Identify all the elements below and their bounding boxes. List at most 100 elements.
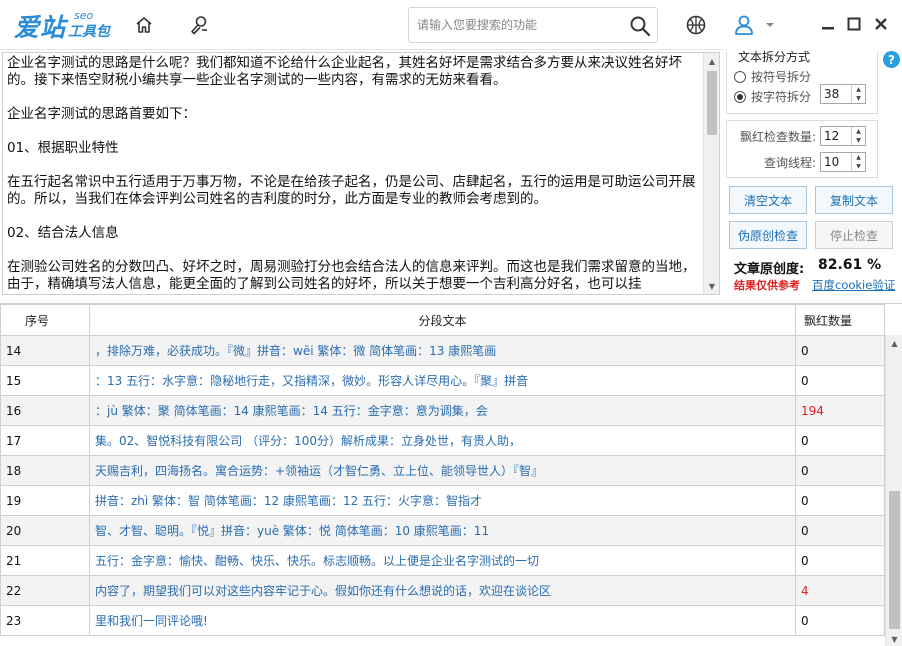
threads-label: 查询线程: <box>763 156 816 170</box>
spin-down-icon[interactable]: ▼ <box>852 162 865 171</box>
row-segment-text: 内容了，期望我们可以对这些内容牢记于心。假如你还有什么想说的话，欢迎在谈论区 <box>89 575 796 606</box>
spin-up-icon[interactable]: ▲ <box>852 85 865 94</box>
source-text: 企业名字测试的思路是什么呢？我们都知道不论给什么企业起名，其姓名好坏是需求结合多… <box>7 55 697 294</box>
check-count-input[interactable] <box>824 128 850 144</box>
clear-text-button[interactable]: 清空文本 <box>729 186 807 214</box>
col-header-index[interactable]: 序号 <box>0 304 90 336</box>
caret-down-icon[interactable] <box>763 12 777 38</box>
row-index: 20 <box>0 515 90 546</box>
table-row[interactable]: 23 里和我们一同评论哦! 0 <box>0 605 885 636</box>
row-index: 23 <box>0 605 90 636</box>
baidu-cookie-link[interactable]: 百度cookie验证 <box>812 277 895 293</box>
text-paragraph: 在测验公司姓名的分数凹凸、好坏之时，周易测验打分也会结合法人的信息来评判。而这也… <box>7 259 696 292</box>
basketball-icon[interactable] <box>683 12 709 38</box>
spin-up-icon[interactable]: ▲ <box>852 153 865 162</box>
col-header-segment[interactable]: 分段文本 <box>89 304 796 336</box>
text-paragraph: 企业名字测试的思路是什么呢？我们都知道不论给什么企业起名，其姓名好坏是需求结合多… <box>7 55 682 88</box>
table-row[interactable]: 14 ，排除万难，必获成功。『微』拼音：wēi 繁体：微 简体笔画：13 康熙笔… <box>0 335 885 366</box>
help-icon[interactable]: ? <box>883 51 900 68</box>
options-panel: 文本拆分方式 ? 按符号拆分 按字符拆分 ▲▼ 飘红检查数量: ▲▼ 查询线程:… <box>724 48 902 300</box>
text-paragraph: 01、根据职业特性 <box>7 140 119 156</box>
row-segment-text: ：13 五行：水字意：隐秘地行走，又指精深，微妙。形容人详尽用心。『聚』拼音 <box>89 365 796 396</box>
row-count: 0 <box>795 425 885 456</box>
search-box <box>408 7 658 43</box>
radio-button[interactable] <box>734 70 746 83</box>
table-header-row: 序号 分段文本 飘红数量 <box>0 304 885 336</box>
text-paragraph: 在五行起名常识中五行适用于万事万物，不论是在给孩子起名，仍是公司、店肆起名，五行… <box>7 174 696 207</box>
row-segment-text: 里和我们一同评论哦! <box>89 605 796 636</box>
row-segment-text: 天赐吉利，四海扬名。寓合运势：+领袖运（才智仁勇、立上位、能领导世人）『智』 <box>89 455 796 486</box>
threads-input[interactable] <box>824 154 850 170</box>
text-paragraph: 企业名字测试的思路首要如下： <box>7 106 196 122</box>
row-count: 0 <box>795 545 885 576</box>
row-count: 194 <box>795 395 885 426</box>
row-count: 0 <box>795 335 885 366</box>
table-row[interactable]: 15 ：13 五行：水字意：隐秘地行走，又指精深，微妙。形容人详尽用心。『聚』拼… <box>0 365 885 396</box>
row-index: 22 <box>0 575 90 606</box>
copy-text-button[interactable]: 复制文本 <box>815 186 893 214</box>
originality-label: 文章原创度: <box>734 262 805 277</box>
col-header-count[interactable]: 飘红数量 <box>795 304 885 336</box>
row-segment-text: 集。02、智悦科技有限公司 （评分：100分）解析成果：立身处世，有贵人助， <box>89 425 796 456</box>
scroll-down-arrow-icon[interactable]: ▼ <box>886 631 902 646</box>
radio-split-by-symbol[interactable]: 按符号拆分 <box>734 68 811 85</box>
text-scrollbar[interactable]: ▲ ▼ <box>703 53 719 294</box>
radio-label: 按字符拆分 <box>751 90 812 104</box>
row-count: 0 <box>795 485 885 516</box>
title-bar: 爱站 seo 工具包 <box>0 0 902 50</box>
scroll-thumb[interactable] <box>707 71 717 135</box>
scroll-up-arrow-icon[interactable]: ▲ <box>704 53 719 69</box>
source-text-area[interactable]: 企业名字测试的思路是什么呢？我们都知道不论给什么企业起名，其姓名好坏是需求结合多… <box>2 52 720 295</box>
row-count: 0 <box>795 365 885 396</box>
table-row[interactable]: 20 智、才智、聪明。『悦』拼音：yuè 繁体：悦 简体笔画：10 康熙笔画：1… <box>0 515 885 546</box>
radio-label: 按符号拆分 <box>751 70 812 84</box>
check-count-stepper[interactable]: ▲▼ <box>820 126 866 146</box>
row-count: 0 <box>795 455 885 486</box>
table-row[interactable]: 16 ：jù 繁体：聚 简体笔画：14 康熙笔画：14 五行：金字意：意为调集，… <box>0 395 885 426</box>
segment-table: 序号 分段文本 飘红数量 14 ，排除万难，必获成功。『微』拼音：wēi 繁体：… <box>0 304 885 636</box>
table-row[interactable]: 21 五行：金字意：愉快、酣畅、快乐、快乐。标志顺畅。以上便是企业名字测试的一切… <box>0 545 885 576</box>
close-icon[interactable] <box>871 14 891 34</box>
scroll-down-arrow-icon[interactable]: ▼ <box>704 278 719 294</box>
split-char-count-stepper[interactable]: ▲▼ <box>820 84 866 104</box>
row-count: 0 <box>795 605 885 636</box>
minimize-icon[interactable] <box>818 14 838 34</box>
spin-up-icon[interactable]: ▲ <box>852 127 865 136</box>
app-logo: 爱站 seo 工具包 <box>14 6 114 42</box>
table-row[interactable]: 22 内容了，期望我们可以对这些内容牢记于心。假如你还有什么想说的话，欢迎在谈论… <box>0 575 885 606</box>
user-icon[interactable] <box>731 12 757 38</box>
scroll-up-arrow-icon[interactable]: ▲ <box>886 335 902 351</box>
split-char-count-input[interactable] <box>824 86 850 102</box>
spin-down-icon[interactable]: ▼ <box>852 94 865 103</box>
tools-icon[interactable] <box>186 12 212 38</box>
split-mode-title: 文本拆分方式 <box>736 48 813 65</box>
row-segment-text: ：jù 繁体：聚 简体笔画：14 康熙笔画：14 五行：金字意：意为调集，会 <box>89 395 796 426</box>
radio-button[interactable] <box>734 90 746 103</box>
spin-down-icon[interactable]: ▼ <box>852 136 865 145</box>
table-row[interactable]: 19 拼音：zhì 繁体：智 简体笔画：12 康熙笔画：12 五行：火字意：智指… <box>0 485 885 516</box>
home-icon[interactable] <box>131 12 157 38</box>
scroll-thumb[interactable] <box>889 491 900 629</box>
radio-split-by-char[interactable]: 按字符拆分 <box>734 88 811 105</box>
result-note: 结果仅供参考 <box>734 279 800 292</box>
stop-check-button[interactable]: 停止检查 <box>815 221 893 249</box>
row-index: 21 <box>0 545 90 576</box>
row-index: 17 <box>0 425 90 456</box>
maximize-icon[interactable] <box>844 14 864 34</box>
threads-stepper[interactable]: ▲▼ <box>820 152 866 172</box>
table-row[interactable]: 17 集。02、智悦科技有限公司 （评分：100分）解析成果：立身处世，有贵人助… <box>0 425 885 456</box>
row-segment-text: 拼音：zhì 繁体：智 简体笔画：12 康熙笔画：12 五行：火字意：智指才 <box>89 485 796 516</box>
row-index: 18 <box>0 455 90 486</box>
pseudo-original-check-button[interactable]: 伪原创检查 <box>729 221 807 249</box>
search-icon[interactable] <box>627 13 653 39</box>
table-scrollbar[interactable]: ▲ ▼ <box>885 335 902 646</box>
logo-main-text: 爱站 <box>14 13 67 42</box>
row-count: 4 <box>795 575 885 606</box>
check-count-label: 飘红检查数量: <box>739 130 816 144</box>
row-index: 14 <box>0 335 90 366</box>
table-row[interactable]: 18 天赐吉利，四海扬名。寓合运势：+领袖运（才智仁勇、立上位、能领导世人）『智… <box>0 455 885 486</box>
row-index: 19 <box>0 485 90 516</box>
search-input[interactable] <box>417 14 627 36</box>
row-index: 15 <box>0 365 90 396</box>
result-table: 序号 分段文本 飘红数量 14 ，排除万难，必获成功。『微』拼音：wēi 繁体：… <box>0 303 902 646</box>
